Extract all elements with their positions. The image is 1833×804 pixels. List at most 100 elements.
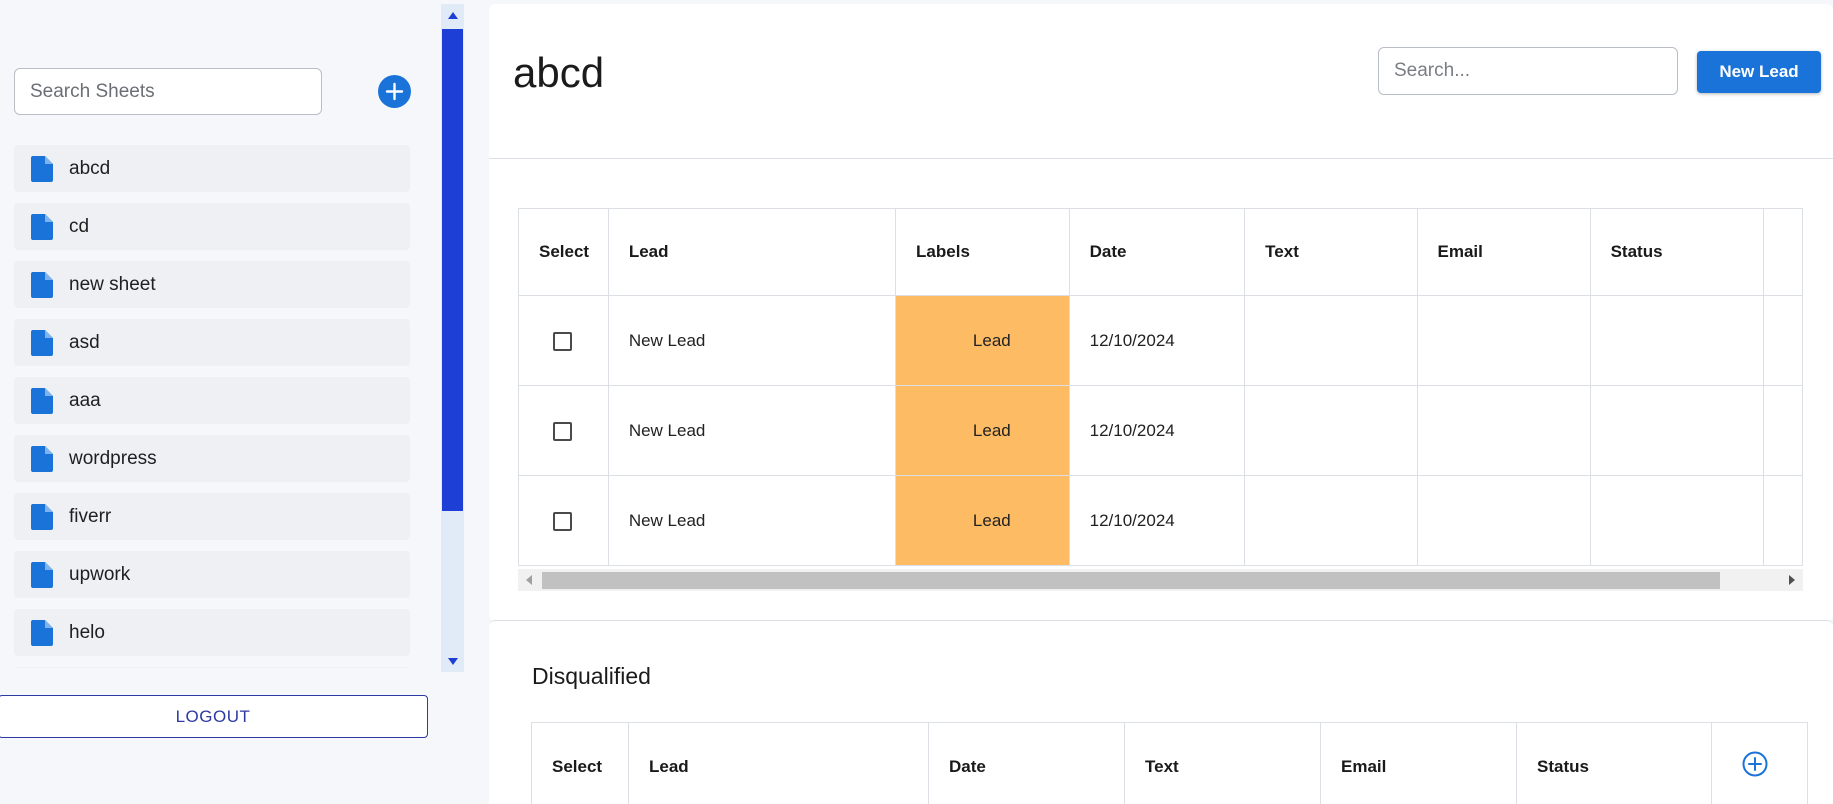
- plus-icon: [385, 82, 404, 101]
- disqualified-table-container: Select Lead Date Text Email Status: [531, 722, 1808, 804]
- table-horizontal-scrollbar[interactable]: [518, 569, 1803, 591]
- column-header-email[interactable]: Email: [1321, 723, 1517, 804]
- document-icon: [31, 214, 53, 240]
- label-badge[interactable]: Lead: [896, 476, 1070, 566]
- sheet-list: abcd cd new sheet asd aaa wordpress five…: [14, 145, 410, 668]
- lead-cell[interactable]: New Lead: [608, 386, 895, 476]
- select-cell: [519, 296, 609, 386]
- sheet-item[interactable]: aaa: [14, 377, 410, 424]
- sheet-item[interactable]: upwork: [14, 551, 410, 598]
- sheet-label: cd: [69, 216, 89, 238]
- row-checkbox[interactable]: [553, 512, 572, 531]
- column-header-lead[interactable]: Lead: [608, 209, 895, 296]
- email-cell[interactable]: [1417, 386, 1590, 476]
- status-cell[interactable]: [1590, 386, 1763, 476]
- column-header-status[interactable]: Status: [1517, 723, 1712, 804]
- sheet-item[interactable]: helo: [14, 609, 410, 656]
- column-header-select: Select: [519, 209, 609, 296]
- select-cell: [519, 386, 609, 476]
- column-header-date[interactable]: Date: [1069, 209, 1245, 296]
- email-cell[interactable]: [1417, 476, 1590, 566]
- disqualified-panel: Disqualified Select Lead Date Text Email…: [489, 620, 1833, 804]
- scroll-down-arrow-icon[interactable]: [441, 650, 464, 672]
- label-badge[interactable]: Lead: [896, 296, 1070, 386]
- header-divider: [489, 158, 1833, 159]
- document-icon: [31, 504, 53, 530]
- main-panel: abcd New Lead Select Lead Labels Date Te…: [489, 4, 1833, 621]
- document-icon: [31, 562, 53, 588]
- column-header-lead[interactable]: Lead: [629, 723, 929, 804]
- add-column-plus-icon[interactable]: [1742, 751, 1768, 777]
- page-title: abcd: [513, 49, 604, 97]
- scrollbar-thumb[interactable]: [542, 572, 1720, 589]
- sidebar: abcd cd new sheet asd aaa wordpress five…: [0, 0, 470, 803]
- extra-cell: [1764, 476, 1803, 566]
- row-checkbox[interactable]: [553, 422, 572, 441]
- date-cell[interactable]: 12/10/2024: [1069, 296, 1245, 386]
- document-icon: [31, 156, 53, 182]
- sheet-label: aaa: [69, 390, 101, 412]
- sheet-item[interactable]: new sheet: [14, 261, 410, 308]
- sheet-item[interactable]: fiverr: [14, 493, 410, 540]
- scroll-right-arrow-icon[interactable]: [1781, 569, 1803, 591]
- sheet-item[interactable]: wordpress: [14, 435, 410, 482]
- sheet-item[interactable]: abcd: [14, 145, 410, 192]
- sheet-label: abcd: [69, 158, 110, 180]
- column-header-status[interactable]: Status: [1590, 209, 1763, 296]
- status-cell[interactable]: [1590, 476, 1763, 566]
- table-header-row: Select Lead Date Text Email Status: [532, 723, 1808, 804]
- column-header-select: Select: [532, 723, 629, 804]
- sheet-item[interactable]: cd: [14, 203, 410, 250]
- sheet-item[interactable]: asd: [14, 319, 410, 366]
- row-checkbox[interactable]: [553, 332, 572, 351]
- document-icon: [31, 388, 53, 414]
- text-cell[interactable]: [1245, 476, 1417, 566]
- text-cell[interactable]: [1245, 296, 1417, 386]
- add-column-cell: [1712, 723, 1808, 804]
- column-header-text[interactable]: Text: [1245, 209, 1417, 296]
- column-header-labels[interactable]: Labels: [896, 209, 1070, 296]
- date-cell[interactable]: 12/10/2024: [1069, 476, 1245, 566]
- sheet-item-partial[interactable]: [14, 667, 410, 668]
- disqualified-table: Select Lead Date Text Email Status: [531, 722, 1808, 804]
- scrollbar-thumb[interactable]: [442, 29, 463, 511]
- extra-cell: [1764, 296, 1803, 386]
- column-header-extra: [1764, 209, 1803, 296]
- column-header-email[interactable]: Email: [1417, 209, 1590, 296]
- select-cell: [519, 476, 609, 566]
- table-row: New Lead Lead 12/10/2024: [519, 476, 1803, 566]
- search-sheets-input[interactable]: [14, 68, 322, 115]
- document-icon: [31, 272, 53, 298]
- column-header-text[interactable]: Text: [1125, 723, 1321, 804]
- column-header-date[interactable]: Date: [929, 723, 1125, 804]
- scroll-up-arrow-icon[interactable]: [441, 4, 464, 26]
- lead-cell[interactable]: New Lead: [608, 296, 895, 386]
- date-cell[interactable]: 12/10/2024: [1069, 386, 1245, 476]
- email-cell[interactable]: [1417, 296, 1590, 386]
- scroll-left-arrow-icon[interactable]: [518, 569, 540, 591]
- new-lead-button[interactable]: New Lead: [1697, 51, 1821, 93]
- sheet-label: new sheet: [69, 274, 156, 296]
- label-badge[interactable]: Lead: [896, 386, 1070, 476]
- logout-button[interactable]: LOGOUT: [0, 695, 428, 738]
- document-icon: [31, 620, 53, 646]
- table-row: New Lead Lead 12/10/2024: [519, 296, 1803, 386]
- table-header-row: Select Lead Labels Date Text Email Statu…: [519, 209, 1803, 296]
- sheet-label: wordpress: [69, 448, 157, 470]
- extra-cell: [1764, 386, 1803, 476]
- document-icon: [31, 446, 53, 472]
- status-cell[interactable]: [1590, 296, 1763, 386]
- sheet-label: helo: [69, 622, 105, 644]
- text-cell[interactable]: [1245, 386, 1417, 476]
- add-sheet-button[interactable]: [378, 75, 411, 108]
- sheet-label: upwork: [69, 564, 130, 586]
- lead-cell[interactable]: New Lead: [608, 476, 895, 566]
- table-row: New Lead Lead 12/10/2024: [519, 386, 1803, 476]
- sidebar-scrollbar[interactable]: [441, 4, 464, 672]
- leads-table-container: Select Lead Labels Date Text Email Statu…: [518, 208, 1803, 570]
- lead-search-input[interactable]: [1378, 47, 1678, 95]
- disqualified-title: Disqualified: [532, 663, 651, 690]
- sheet-label: fiverr: [69, 506, 111, 528]
- leads-table: Select Lead Labels Date Text Email Statu…: [518, 208, 1803, 566]
- document-icon: [31, 330, 53, 356]
